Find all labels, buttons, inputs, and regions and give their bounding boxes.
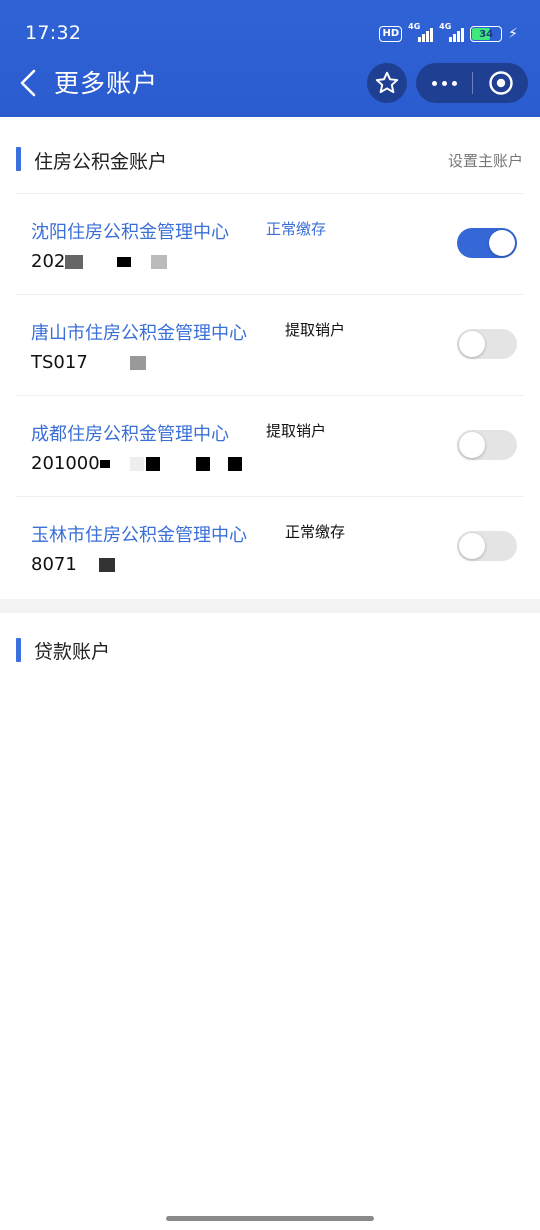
status-time: 17:32: [25, 22, 82, 44]
charging-icon: ⚡: [508, 26, 518, 42]
account-number: 202: [31, 251, 168, 272]
close-button[interactable]: [473, 63, 528, 103]
section-title: 住房公积金账户: [34, 151, 168, 173]
status-icons: HD 4G 4G 34 ⚡: [379, 22, 518, 46]
account-row[interactable]: 玉林市住房公积金管理中心 正常缴存 8071: [16, 496, 524, 597]
loan-section-header: 贷款账户: [0, 613, 540, 689]
set-main-account-button[interactable]: 设置主账户: [448, 150, 523, 171]
signal-icon: 4G: [408, 22, 434, 42]
status-bar: 17:32 HD 4G 4G 34 ⚡: [0, 0, 540, 62]
account-number: TS017: [31, 352, 146, 373]
signal-icon-2: 4G: [439, 22, 465, 42]
app-header: 17:32 HD 4G 4G 34 ⚡ 更多账户: [0, 0, 540, 117]
star-icon: [375, 71, 399, 94]
account-status: 提取销户: [285, 321, 346, 339]
account-status: 提取销户: [266, 422, 327, 440]
account-row[interactable]: 沈阳住房公积金管理中心 正常缴存 202: [16, 193, 524, 294]
fund-center-name: 玉林市住房公积金管理中心: [31, 525, 247, 546]
account-row[interactable]: 成都住房公积金管理中心 提取销户 201000: [16, 395, 524, 496]
page-title: 更多账户: [54, 69, 159, 98]
account-number: 201000: [31, 453, 242, 474]
chevron-left-icon: [20, 69, 36, 97]
account-status: 正常缴存: [285, 523, 346, 541]
account-row[interactable]: 唐山市住房公积金管理中心 提取销户 TS017: [16, 294, 524, 395]
fund-center-name: 沈阳住房公积金管理中心: [31, 222, 229, 243]
more-button[interactable]: [416, 63, 472, 103]
section-accent-bar: [16, 638, 21, 662]
account-number: 8071: [31, 554, 115, 575]
favorite-button[interactable]: [367, 63, 407, 103]
home-indicator[interactable]: [166, 1216, 374, 1221]
section-accent-bar: [16, 147, 21, 171]
section-divider: [0, 599, 540, 613]
fund-center-name: 成都住房公积金管理中心: [31, 424, 229, 445]
section-title: 贷款账户: [34, 641, 111, 663]
back-button[interactable]: [16, 66, 46, 100]
account-toggle[interactable]: [457, 329, 517, 359]
fund-center-name: 唐山市住房公积金管理中心: [31, 323, 247, 344]
battery-level: 34: [479, 28, 494, 40]
more-dots-icon: [431, 80, 437, 86]
housing-fund-section-header: 住房公积金账户 设置主账户: [0, 117, 540, 193]
account-toggle[interactable]: [457, 228, 517, 258]
battery-icon: 34: [470, 26, 503, 42]
account-toggle[interactable]: [457, 531, 517, 561]
mini-program-capsule: [416, 63, 528, 103]
target-circle-icon: [488, 71, 513, 95]
account-status: 正常缴存: [266, 220, 327, 238]
account-toggle[interactable]: [457, 430, 517, 460]
hd-icon: HD: [379, 26, 403, 42]
